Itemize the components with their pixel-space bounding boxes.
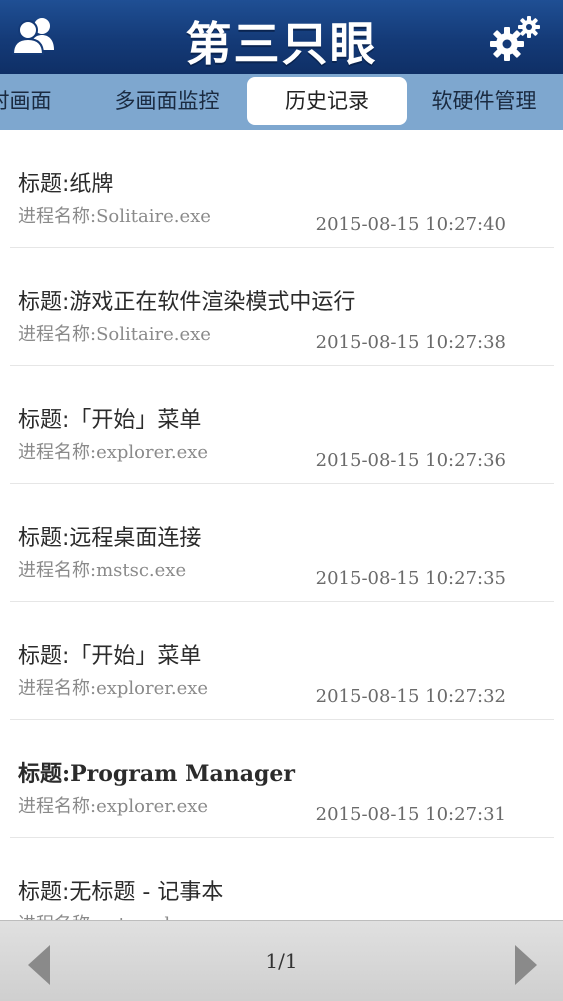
record-title: 标题:Program Manager	[18, 761, 295, 787]
record-title: 标题:无标题 - 记事本	[18, 880, 224, 905]
list-item[interactable]: 标题:远程桌面连接 进程名称:mstsc.exe 2015-08-15 10:2…	[10, 484, 554, 602]
arrow-right-icon	[515, 945, 537, 985]
list-item[interactable]: 标题:Program Manager 进程名称:explorer.exe 201…	[10, 720, 554, 838]
history-list: 标题:纸牌 进程名称:Solitaire.exe 2015-08-15 10:2…	[0, 130, 563, 920]
settings-button[interactable]	[487, 14, 543, 64]
record-process: 进程名称:explorer.exe	[18, 796, 209, 817]
record-time: 2015-08-15 10:27:32	[315, 686, 506, 707]
record-title: 标题:纸牌	[18, 172, 114, 197]
record-process: 进程名称:notepad.exe	[18, 910, 207, 920]
record-title: 标题:远程桌面连接	[18, 526, 202, 551]
record-process: 进程名称:Solitaire.exe	[18, 206, 211, 227]
list-item[interactable]: 标题:「开始」菜单 进程名称:explorer.exe 2015-08-15 1…	[10, 366, 554, 484]
record-time: 2015-08-15 10:27:36	[315, 450, 506, 471]
record-process: 进程名称:mstsc.exe	[18, 560, 187, 581]
tab-software-hardware-management[interactable]: 软硬件管理	[414, 77, 554, 125]
list-item[interactable]: 标题:纸牌 进程名称:Solitaire.exe 2015-08-15 10:2…	[10, 130, 554, 248]
tab-multi-screen-monitor[interactable]: 多画面监控	[100, 77, 234, 125]
record-title: 标题:「开始」菜单	[18, 408, 202, 433]
pagination-bar: 1/1	[0, 920, 563, 1001]
record-time: 2015-08-15 10:27:38	[315, 332, 506, 353]
tab-bar: 时画面 多画面监控 历史记录 软硬件管理	[0, 74, 563, 130]
record-title: 标题:游戏正在软件渲染模式中运行	[18, 290, 356, 315]
record-time: 2015-08-15 10:27:35	[315, 568, 506, 589]
list-item[interactable]: 标题:「开始」菜单 进程名称:explorer.exe 2015-08-15 1…	[10, 602, 554, 720]
record-title: 标题:「开始」菜单	[18, 644, 202, 669]
tab-history[interactable]: 历史记录	[247, 77, 407, 125]
list-item[interactable]: 标题:无标题 - 记事本 进程名称:notepad.exe	[10, 838, 554, 920]
record-time: 2015-08-15 10:27:40	[315, 214, 506, 235]
tab-realtime-screen[interactable]: 时画面	[0, 77, 80, 125]
gears-icon	[490, 16, 540, 61]
next-page-button[interactable]	[505, 941, 545, 989]
record-time: 2015-08-15 10:27:31	[315, 804, 506, 825]
app-logo: 第三只眼	[185, 17, 378, 71]
page-indicator: 1/1	[265, 949, 298, 973]
record-process: 进程名称:Solitaire.exe	[18, 324, 211, 345]
record-process: 进程名称:explorer.exe	[18, 678, 209, 699]
list-item[interactable]: 标题:游戏正在软件渲染模式中运行 进程名称:Solitaire.exe 2015…	[10, 248, 554, 366]
record-process: 进程名称:explorer.exe	[18, 442, 209, 463]
app-header: 第三只眼	[0, 0, 563, 75]
